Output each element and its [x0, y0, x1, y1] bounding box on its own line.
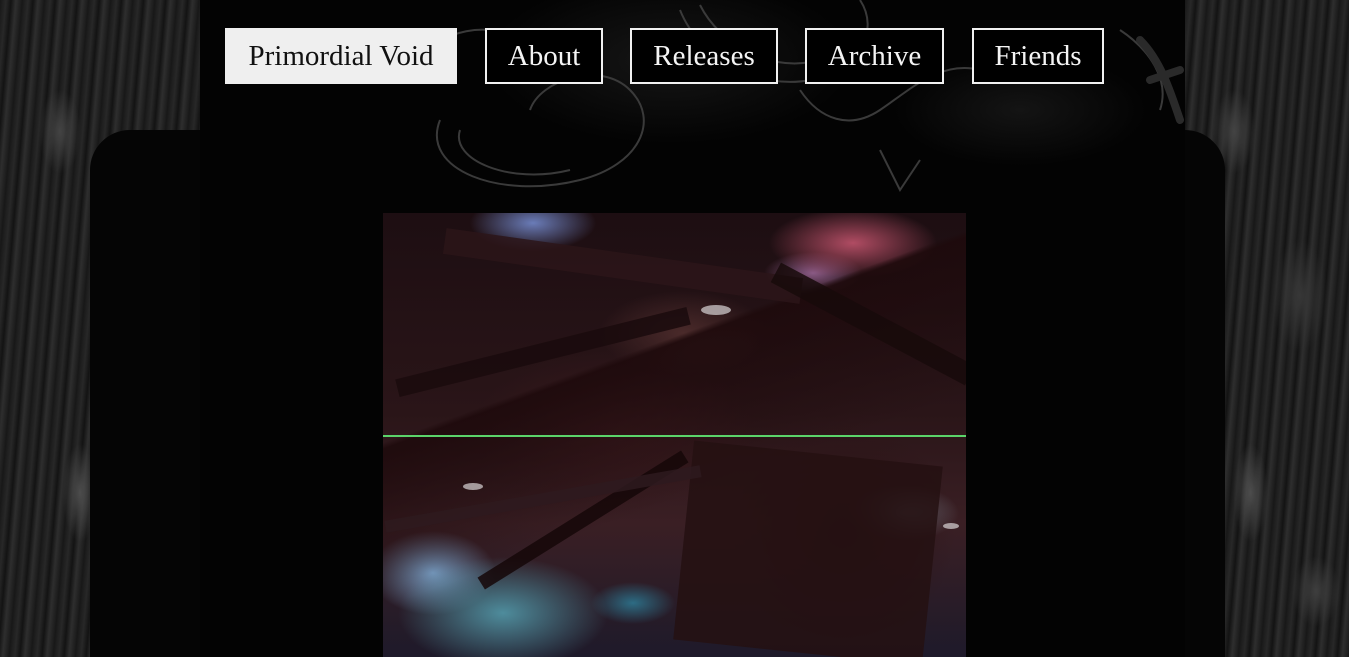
nav-item-primordial-void[interactable]: Primordial Void: [225, 28, 457, 84]
video-shard: [673, 440, 943, 657]
nav-item-releases[interactable]: Releases: [630, 28, 778, 84]
textured-side-panel-left: [0, 0, 200, 657]
glitch-scanline: [383, 435, 966, 437]
video-shard: [384, 465, 702, 533]
video-shard: [395, 306, 691, 398]
video-glint: [463, 483, 483, 490]
video-shard: [477, 450, 689, 590]
nav-item-archive[interactable]: Archive: [805, 28, 944, 84]
nav-item-friends[interactable]: Friends: [972, 28, 1104, 84]
video-glint: [701, 305, 731, 315]
video-shard: [442, 228, 804, 304]
nav-item-about[interactable]: About: [485, 28, 603, 84]
video-shard: [770, 262, 966, 386]
textured-side-panel-right: [1145, 0, 1349, 657]
video-frame[interactable]: [383, 213, 966, 657]
main-nav: Primordial Void About Releases Archive F…: [0, 28, 1349, 84]
page: Primordial Void About Releases Archive F…: [0, 0, 1349, 657]
video-glint: [943, 523, 959, 529]
